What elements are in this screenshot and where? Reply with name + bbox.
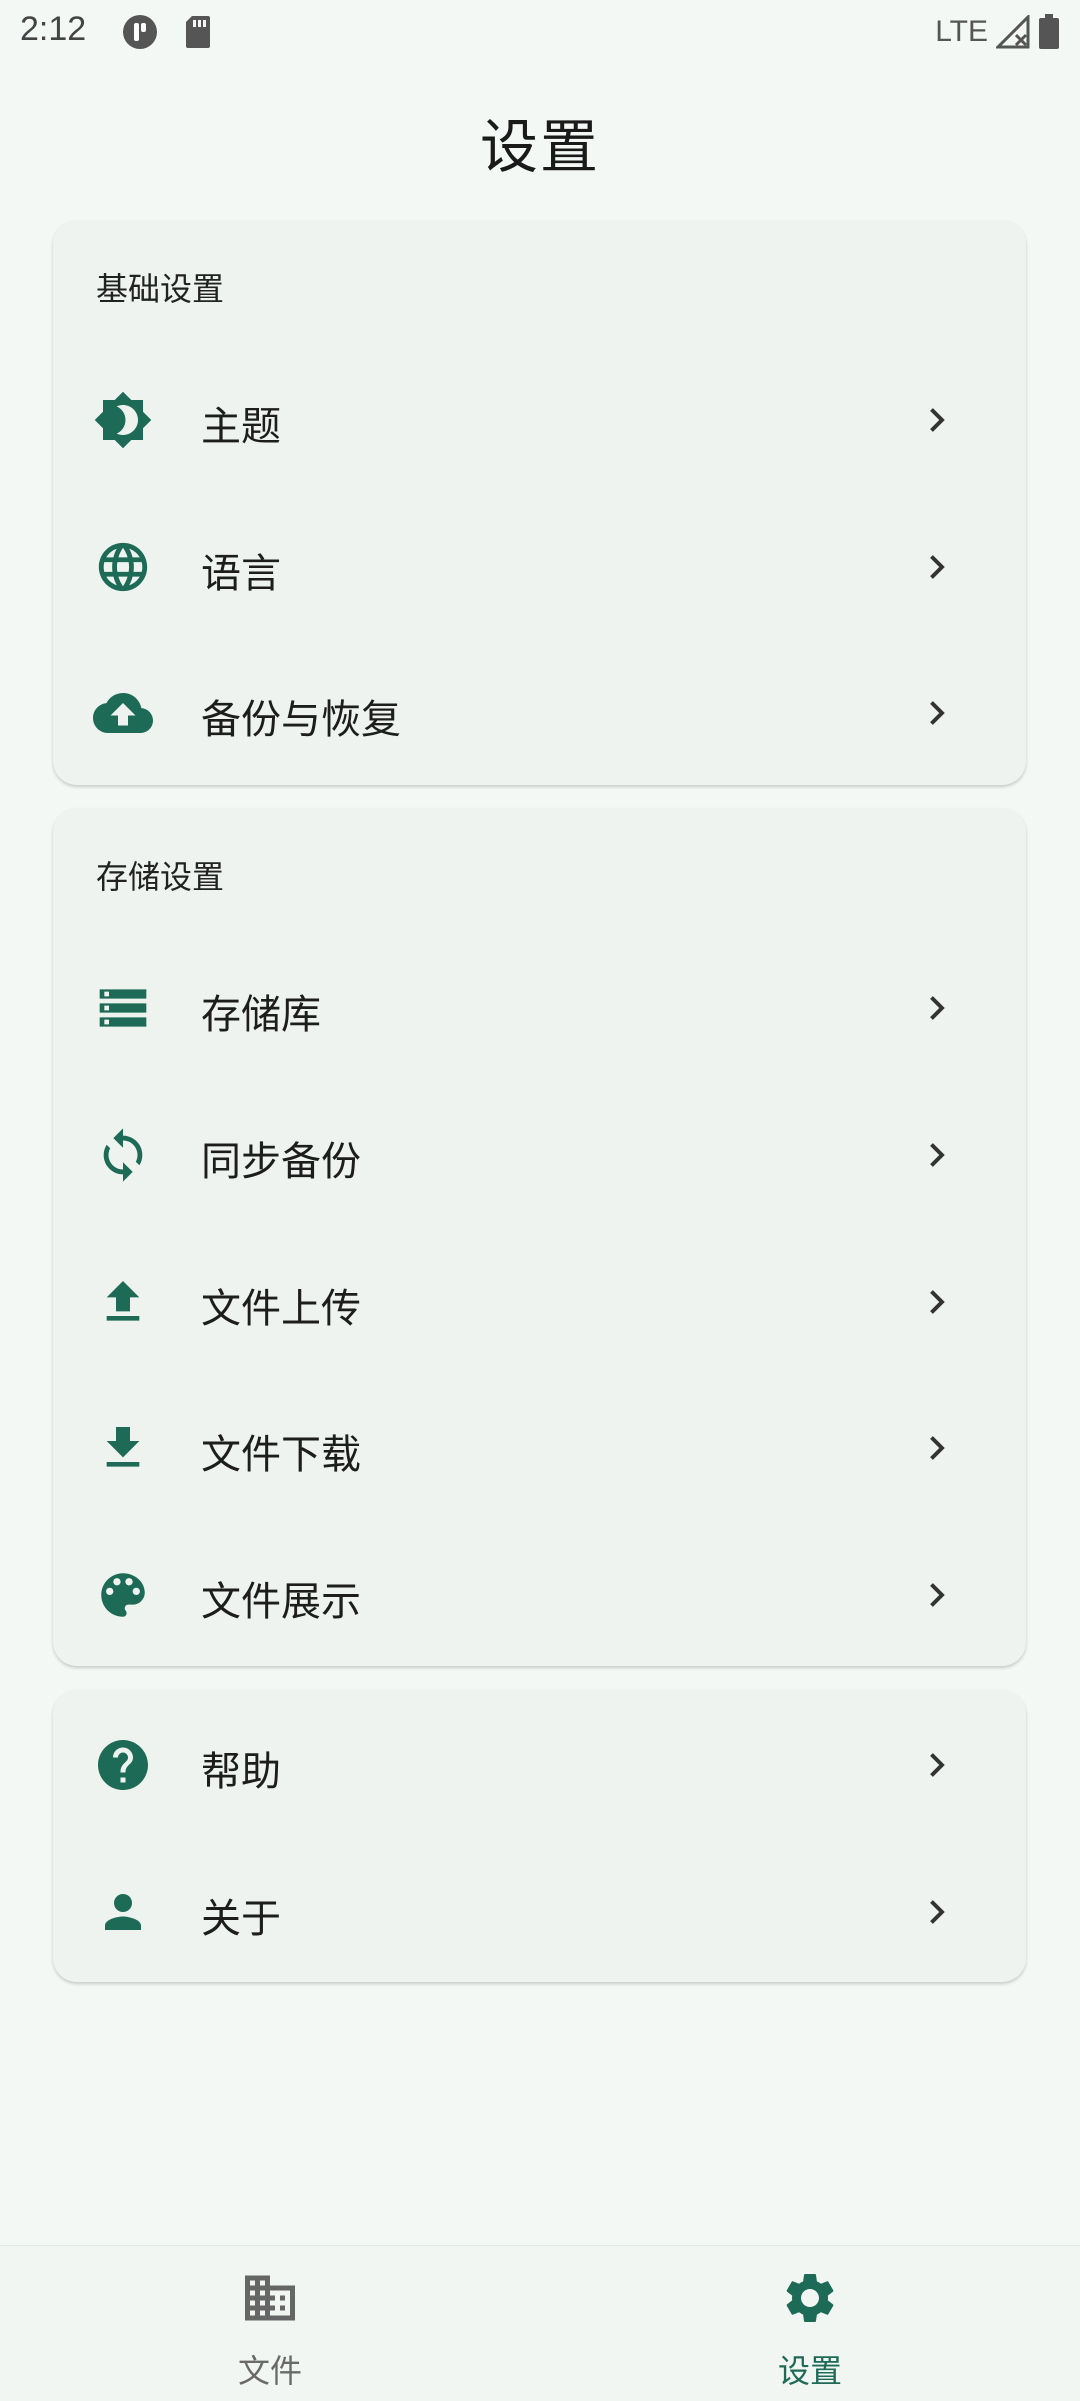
basic-settings-card: 基础设置 主题 语言 备份与恢复 <box>53 220 1026 785</box>
chevron-right-icon <box>918 1284 954 1320</box>
settings-item-label: 主题 <box>201 404 281 450</box>
settings-item-about[interactable]: 关于 <box>53 1842 1026 1982</box>
other-settings-card: 帮助 关于 <box>53 1690 1026 1982</box>
settings-item-label: 文件展示 <box>201 1579 361 1625</box>
section-title-basic: 基础设置 <box>96 270 225 308</box>
sync-icon <box>93 1125 153 1185</box>
download-icon <box>93 1418 153 1478</box>
settings-item-label: 文件下载 <box>201 1432 361 1478</box>
storage-icon <box>93 978 153 1038</box>
settings-item-repository[interactable]: 存储库 <box>53 938 1026 1078</box>
sd-card-icon <box>184 14 212 50</box>
storage-settings-card: 存储设置 存储库 同步备份 文件上传 文件下载 文件展示 <box>53 808 1026 1666</box>
chevron-right-icon <box>918 1577 954 1613</box>
settings-item-language[interactable]: 语言 <box>53 497 1026 637</box>
status-right: LTE <box>935 12 1060 52</box>
settings-item-label: 文件上传 <box>201 1286 361 1332</box>
bottom-navigation: 文件 设置 <box>0 2245 1080 2401</box>
app-notification-icon <box>122 14 158 50</box>
chevron-right-icon <box>918 549 954 585</box>
settings-item-label: 同步备份 <box>201 1139 361 1185</box>
settings-item-label: 关于 <box>201 1896 281 1942</box>
gear-icon <box>780 2268 840 2328</box>
chevron-right-icon <box>918 1894 954 1930</box>
network-type: LTE <box>935 15 988 48</box>
settings-item-label: 存储库 <box>201 992 321 1038</box>
signal-icon <box>996 15 1030 49</box>
building-icon <box>240 2268 300 2328</box>
settings-item-help[interactable]: 帮助 <box>53 1695 1026 1835</box>
section-title-storage: 存储设置 <box>96 858 225 896</box>
settings-item-file-display[interactable]: 文件展示 <box>53 1525 1026 1665</box>
settings-item-label: 语言 <box>201 551 281 597</box>
chevron-right-icon <box>918 402 954 438</box>
nav-label-files: 文件 <box>237 2352 302 2390</box>
settings-item-backup-restore[interactable]: 备份与恢复 <box>53 643 1026 783</box>
settings-item-label: 备份与恢复 <box>201 697 401 743</box>
palette-icon <box>93 1565 153 1625</box>
person-icon <box>93 1882 153 1942</box>
battery-icon <box>1038 14 1060 50</box>
settings-item-sync-backup[interactable]: 同步备份 <box>53 1085 1026 1225</box>
chevron-right-icon <box>918 1747 954 1783</box>
help-icon <box>93 1735 153 1795</box>
upload-icon <box>93 1272 153 1332</box>
globe-icon <box>93 537 153 597</box>
settings-item-file-upload[interactable]: 文件上传 <box>53 1232 1026 1372</box>
chevron-right-icon <box>918 695 954 731</box>
nav-item-settings[interactable]: 设置 <box>540 2246 1080 2401</box>
cloud-upload-icon <box>93 683 153 743</box>
chevron-right-icon <box>918 1430 954 1466</box>
nav-item-files[interactable]: 文件 <box>0 2246 540 2401</box>
status-bar: 2:12 LTE <box>0 0 1080 64</box>
settings-item-theme[interactable]: 主题 <box>53 350 1026 490</box>
chevron-right-icon <box>918 990 954 1026</box>
settings-item-label: 帮助 <box>201 1749 281 1795</box>
brightness-icon <box>93 390 153 450</box>
nav-label-settings: 设置 <box>777 2352 842 2390</box>
settings-item-file-download[interactable]: 文件下载 <box>53 1378 1026 1518</box>
status-time: 2:12 <box>20 10 87 48</box>
chevron-right-icon <box>918 1137 954 1173</box>
page-title: 设置 <box>479 113 600 181</box>
